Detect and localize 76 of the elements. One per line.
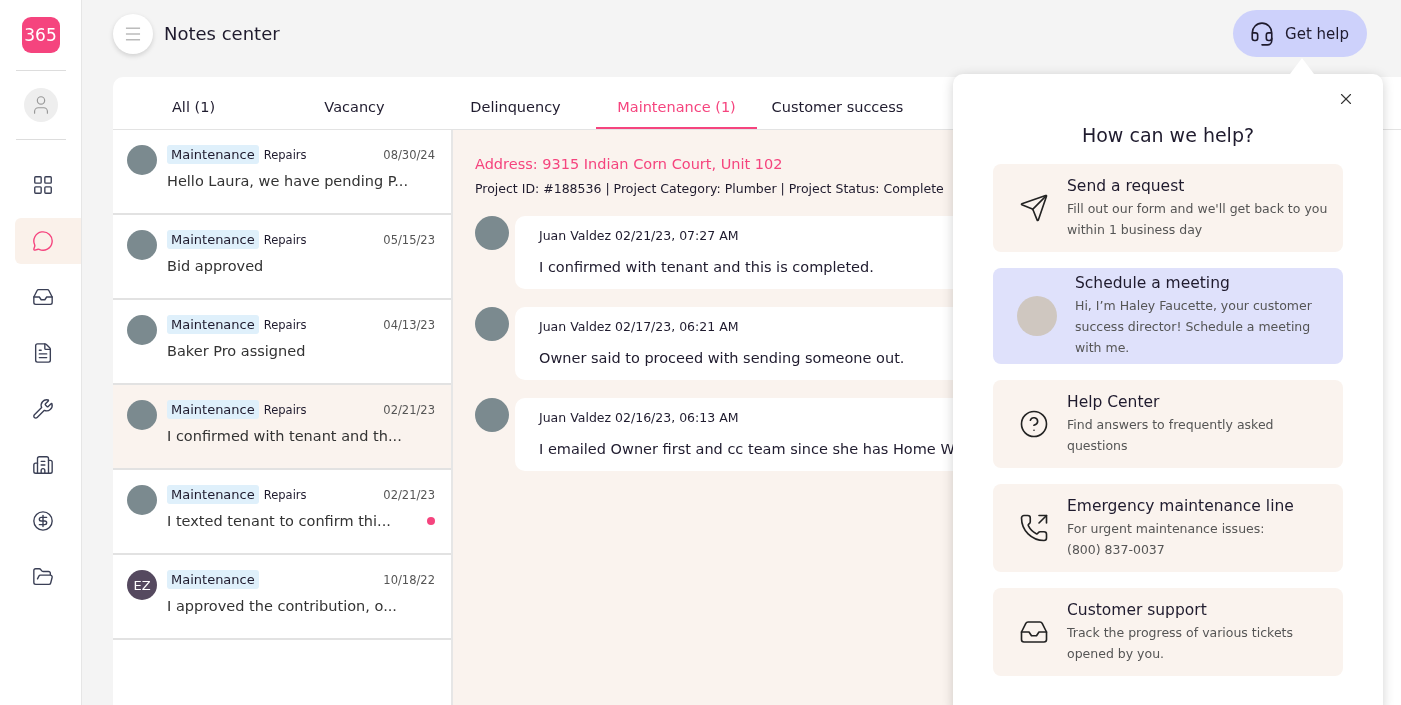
help-icon [1019, 409, 1049, 439]
photo-placeholder [475, 398, 509, 432]
note-preview: Bid approved [167, 258, 264, 274]
note-date: 05/15/23 [383, 232, 435, 247]
dollar-icon [32, 510, 54, 532]
project-info: Project ID: #188536 | Project Category: Plumber | Project Status: Complete [475, 181, 945, 196]
option-title: Emergency maintenance line [1067, 496, 1294, 515]
category-tag: Maintenance [167, 570, 259, 589]
photo-placeholder [1017, 296, 1057, 336]
category-tag: Maintenance [167, 315, 259, 334]
tab[interactable]: All (1) [113, 77, 274, 129]
photo-placeholder [127, 145, 157, 175]
subcategory-label: Repairs [263, 487, 307, 502]
note-preview: I texted tenant to confirm thi... [167, 513, 391, 529]
photo-placeholder [127, 400, 157, 430]
document-icon [32, 342, 54, 364]
initials-avatar: EZ [127, 570, 157, 600]
note-preview: I confirmed with tenant and th... [167, 428, 402, 444]
note-preview: Hello Laura, we have pending P... [167, 173, 409, 189]
photo-placeholder [127, 485, 157, 515]
address-text: Address: 9315 Indian Corn Court, Unit 102 [475, 156, 784, 172]
phone-icon [1019, 513, 1049, 543]
option-description: Fill out our form and we'll get back to you within 1 business day [1067, 199, 1329, 239]
option-description: Hi, I’m Haley Faucette, your customer success director! Schedule a meeting with me. [1075, 297, 1313, 357]
subcategory-label: Repairs [263, 232, 307, 247]
page-title: Notes center [164, 23, 280, 44]
option-description: Find answers to frequently asked questions [1067, 415, 1275, 455]
option-description: Track the progress of various tickets opened by you. [1067, 623, 1294, 663]
option-title: Send a request [1067, 176, 1186, 195]
photo-placeholder [127, 230, 157, 260]
subcategory-label: Repairs [263, 147, 307, 162]
help-option[interactable]: Send a request Fill out our form and we'll get back to you within 1 business day [993, 164, 1343, 252]
message-text: I confirmed with tenant and this is completed. [539, 259, 875, 275]
help-option[interactable]: Emergency maintenance line For urgent maintenance issues: (800) 837-0037 [993, 484, 1343, 572]
tab[interactable]: Vacancy [274, 77, 435, 129]
tab[interactable]: Delinquency [435, 77, 596, 129]
get-help-button[interactable]: Get help [1233, 10, 1367, 57]
category-tag: Maintenance [167, 230, 259, 249]
paper-plane-icon [1019, 193, 1049, 223]
option-title: Customer support [1067, 600, 1208, 619]
category-tag: Maintenance [167, 400, 259, 419]
message-meta: Juan Valdez 02/17/23, 06:21 AM [539, 319, 740, 334]
help-option[interactable]: Schedule a meeting Hi, I’m Haley Faucette, your customer success director! Schedule a meeting with me. [993, 268, 1343, 364]
message-meta: Juan Valdez 02/21/23, 07:27 AM [539, 228, 740, 243]
message-meta: Juan Valdez 02/16/23, 06:13 AM [539, 410, 740, 425]
note-date: 10/18/22 [383, 572, 435, 587]
subcategory-label: Repairs [263, 317, 307, 332]
note-item[interactable]: Maintenance Repairs 02/21/23 I confirmed with tenant and th... [113, 385, 451, 470]
note-preview: I approved the contribution, o... [167, 598, 397, 614]
message-text: Owner said to proceed with sending someone out. [539, 350, 906, 366]
chat-bubble-icon [32, 230, 54, 252]
folder-icon [32, 566, 54, 588]
dashboard-icon [32, 174, 54, 196]
note-preview: Baker Pro assigned [167, 343, 306, 359]
help-option[interactable]: Customer support Track the progress of various tickets opened by you. [993, 588, 1343, 676]
help-option[interactable]: Help Center Find answers to frequently asked questions [993, 380, 1343, 468]
photo-placeholder [475, 216, 509, 250]
headset-icon [1249, 20, 1276, 47]
option-title: Help Center [1067, 392, 1161, 411]
option-description: For urgent maintenance issues: (800) 837-0037 [1067, 519, 1266, 559]
category-tag: Maintenance [167, 145, 259, 164]
photo-placeholder [127, 315, 157, 345]
wrench-icon [32, 398, 54, 420]
option-title: Schedule a meeting [1075, 274, 1231, 292]
inbox-tray-icon [32, 286, 54, 308]
subcategory-label: Repairs [263, 402, 307, 417]
popover-title: How can we help? [1080, 124, 1256, 146]
note-date: 04/13/23 [383, 317, 435, 332]
note-date: 08/30/24 [383, 147, 435, 162]
note-date: 02/21/23 [383, 487, 435, 502]
note-date: 02/21/23 [383, 402, 435, 417]
category-tag: Maintenance [167, 485, 259, 504]
photo-placeholder [475, 307, 509, 341]
phone-number: (800) 837-0037 [1067, 541, 1165, 557]
tab[interactable]: Customer success [757, 77, 918, 129]
building-icon [32, 454, 54, 476]
